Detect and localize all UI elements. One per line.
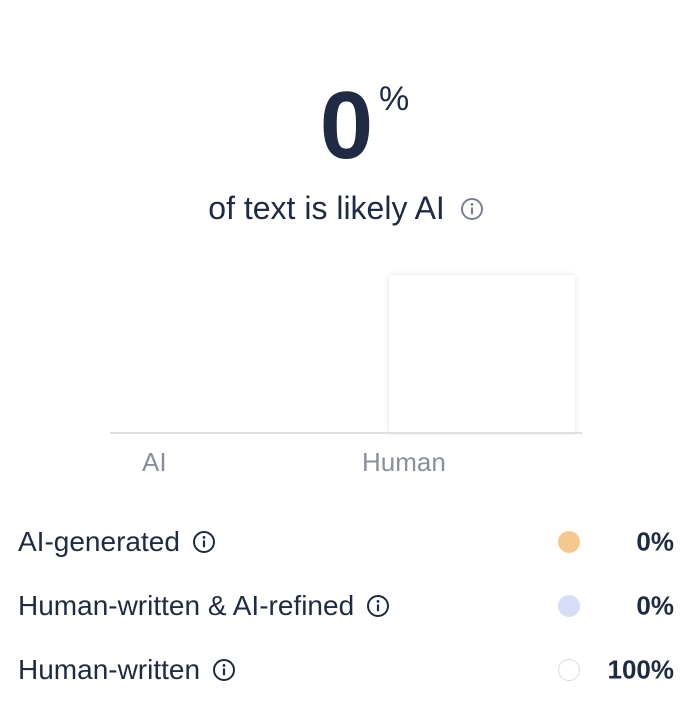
x-tick-label: Human bbox=[362, 447, 446, 477]
legend-label: Human-written bbox=[18, 654, 201, 685]
info-icon[interactable] bbox=[212, 658, 236, 682]
legend-row-ai-generated: AI-generated 0% bbox=[18, 510, 674, 574]
legend-row-human-ai-refined: Human-written & AI-refined 0% bbox=[18, 574, 674, 638]
legend-dot bbox=[558, 531, 580, 553]
ai-score-value: 0 % bbox=[320, 78, 409, 174]
score-display: 0 % bbox=[0, 78, 692, 174]
legend: AI-generated 0% Human-written & AI-refin… bbox=[18, 510, 674, 702]
score-number: 0 bbox=[319, 72, 373, 179]
score-subtitle-text: of text is likely AI bbox=[208, 190, 445, 226]
score-unit: % bbox=[378, 80, 409, 118]
info-icon[interactable] bbox=[460, 197, 484, 221]
legend-dot bbox=[558, 659, 580, 681]
legend-row-human-written: Human-written 100% bbox=[18, 638, 674, 702]
ai-human-bar-chart: AI Human bbox=[110, 270, 582, 485]
bar-human bbox=[389, 275, 575, 433]
score-subtitle: of text is likely AI bbox=[0, 190, 692, 227]
legend-value: 0% bbox=[636, 526, 674, 557]
legend-label: Human-written & AI-refined bbox=[18, 590, 355, 621]
x-tick-label: AI bbox=[142, 447, 167, 477]
legend-dot bbox=[558, 595, 580, 617]
legend-value: 0% bbox=[636, 590, 674, 621]
legend-value: 100% bbox=[607, 654, 675, 685]
info-icon[interactable] bbox=[192, 530, 216, 554]
legend-label: AI-generated bbox=[18, 526, 180, 557]
info-icon[interactable] bbox=[366, 594, 390, 618]
